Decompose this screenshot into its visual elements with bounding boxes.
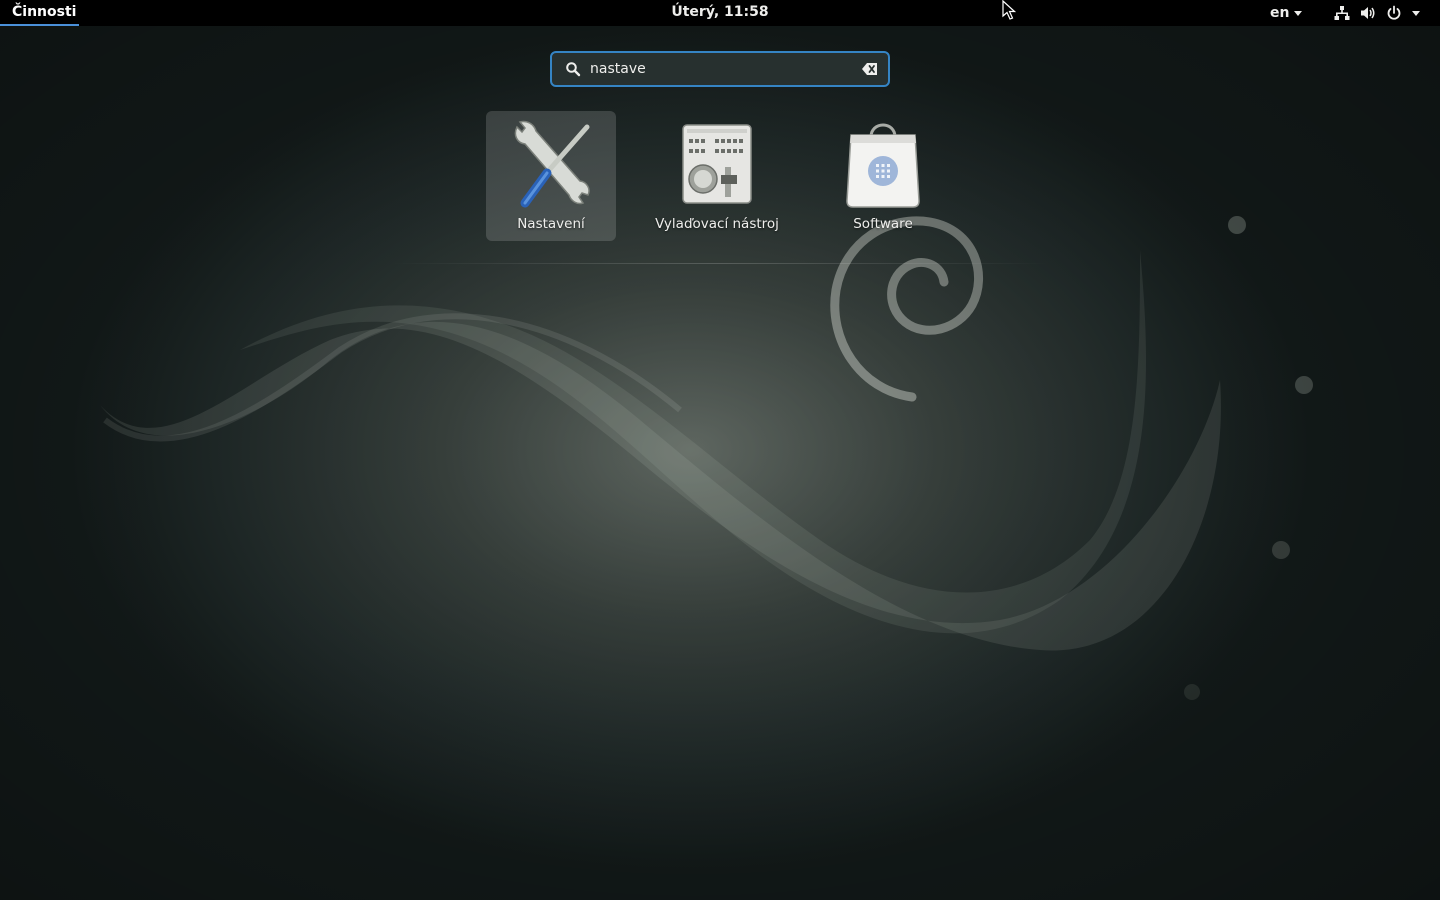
power-icon: [1387, 5, 1401, 20]
network-wired-icon: [1334, 6, 1350, 20]
result-label: Nastavení: [517, 216, 585, 232]
result-label: Software: [853, 216, 913, 232]
activities-button[interactable]: Činnosti: [0, 0, 79, 26]
clock-button[interactable]: Úterý, 11:58: [671, 4, 768, 20]
software-bag-icon: [846, 123, 920, 208]
search-input[interactable]: [590, 59, 850, 79]
result-label: Vylaďovací nástroj: [655, 216, 779, 232]
search-field[interactable]: [550, 51, 890, 87]
tweak-tool-icon: [682, 124, 752, 204]
system-menu[interactable]: [1326, 0, 1428, 26]
clock-display: Úterý, 11:58: [0, 4, 1440, 20]
top-bar: Činnosti Úterý, 11:58 en: [0, 0, 1440, 26]
chevron-down-icon: [1412, 10, 1420, 16]
keyboard-layout-label: en: [1270, 5, 1290, 21]
keyboard-layout-menu[interactable]: en: [1262, 0, 1310, 26]
settings-tools-icon: [514, 120, 590, 208]
search-result-tweak-tool[interactable]: Vylaďovací nástroj: [652, 111, 782, 241]
mouse-pointer-icon: [1002, 0, 1016, 20]
clear-text-icon[interactable]: [862, 62, 878, 76]
search-result-software[interactable]: Software: [818, 111, 948, 241]
volume-icon: [1361, 7, 1375, 19]
search-result-settings[interactable]: Nastavení: [486, 111, 616, 241]
chevron-down-icon: [1294, 10, 1303, 16]
search-icon: [566, 62, 581, 77]
results-separator: [390, 263, 1050, 264]
